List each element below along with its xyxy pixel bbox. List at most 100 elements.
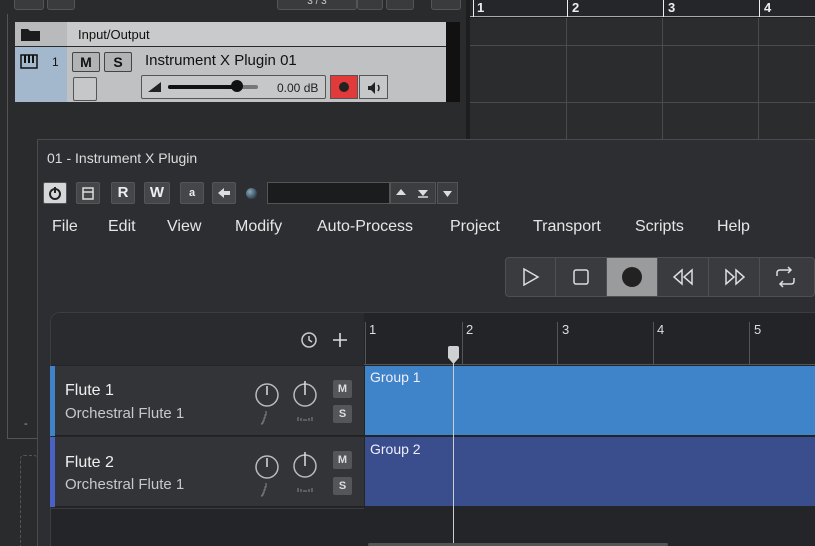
track-mute-button[interactable]: M [333,380,352,398]
volume-handle[interactable] [231,80,243,92]
pin-button[interactable] [386,0,414,10]
preset-dropdown-button[interactable] [437,182,458,204]
menu-modify[interactable]: Modify [235,218,282,236]
ruler-label: 2 [466,322,474,337]
play-button[interactable] [505,258,556,296]
ruler-tick [759,0,760,17]
rewind-button[interactable] [658,258,709,296]
write-automation-button[interactable]: W [144,182,170,204]
track-solo-button[interactable]: S [333,405,352,423]
read-automation-button[interactable]: R [111,182,135,204]
grid-line [470,102,815,103]
track-color-strip [50,366,55,436]
clip-label: Group 2 [370,441,421,457]
menu-project[interactable]: Project [450,218,500,236]
track-scroll-edge [446,22,460,102]
clip-group-1[interactable] [365,366,815,435]
add-track-button[interactable] [14,0,44,10]
preset-prev-next-buttons[interactable] [390,182,436,204]
menu-bar [38,210,815,245]
divider [7,438,37,439]
record-icon [622,267,642,287]
ruler-tick [473,0,474,17]
menu-view[interactable]: View [167,218,201,236]
project-event-grid[interactable] [470,18,815,140]
monitor-button[interactable] [359,75,388,99]
solo-button[interactable]: S [104,52,132,72]
menu-transport[interactable]: Transport [533,218,601,236]
track-name: Flute 2 [65,454,114,471]
menu-auto-process[interactable]: Auto-Process [317,218,413,236]
grid-line [758,18,759,140]
ruler-tick [567,0,568,17]
compare-button[interactable]: a [180,182,204,204]
ruler-tick [749,322,750,365]
loop-button[interactable] [760,258,811,296]
volume-knob-icon[interactable] [254,381,282,427]
fast-forward-icon [725,268,746,286]
ruler-label: 3 [668,0,676,15]
divider [51,508,364,509]
volume-value: 0.00 dB [277,81,319,95]
playhead-line [453,347,454,546]
pan-knob-icon[interactable] [291,449,321,497]
track-color-strip [50,437,55,507]
folder-track-header [15,22,67,46]
history-clock-icon[interactable] [299,330,319,350]
io-folder-label: Input/Output [78,27,150,42]
ruler-label: 1 [369,322,377,337]
add-track-icon[interactable] [330,330,350,350]
editor-ruler[interactable] [364,313,815,365]
power-button[interactable] [43,182,67,204]
volume-ramp-icon [148,82,161,92]
keyboard-icon [20,54,38,69]
record-enable-icon [339,82,349,92]
clip-group-2[interactable] [365,437,815,506]
ruler-label: 4 [764,0,772,15]
ruler-tick [462,322,463,365]
track-options-button[interactable] [47,0,75,10]
fast-forward-button[interactable] [709,258,760,296]
rewind-icon [672,268,693,286]
view-button[interactable] [357,0,383,10]
mute-button[interactable]: M [72,52,100,72]
splitter[interactable] [466,0,470,140]
stop-button[interactable] [556,258,607,296]
bypass-icon [82,187,94,200]
track-name: Instrument X Plugin 01 [145,52,297,69]
chevron-down-icon [443,191,452,197]
menu-file[interactable]: File [52,218,78,236]
window-title: 01 - Instrument X Plugin [47,150,198,166]
menu-edit[interactable]: Edit [108,218,136,236]
bypass-button[interactable] [76,182,100,204]
menu-scripts[interactable]: Scripts [635,218,684,236]
menu-help[interactable]: Help [717,218,750,236]
track-counter: 3 / 3 [277,0,357,10]
ruler-tick [663,0,664,17]
ruler-label: 3 [562,322,570,337]
volume-fill [168,85,236,89]
drop-zone [20,455,38,546]
loop-icon [776,266,795,288]
track-instrument: Orchestral Flute 1 [65,476,185,493]
track-instrument: Orchestral Flute 1 [65,405,185,422]
ruler-label: 4 [657,322,665,337]
back-arrow-button[interactable] [212,182,236,204]
preset-arrows-icon [396,189,428,198]
grid-line [566,18,567,140]
pan-knob-icon[interactable] [291,378,321,426]
record-button[interactable] [607,258,658,296]
volume-knob-icon[interactable] [254,453,282,499]
divider [7,14,8,439]
power-icon [49,187,61,200]
track-name: Flute 1 [65,382,114,399]
grid-line [662,18,663,140]
ruler-label: 2 [572,0,580,15]
track-solo-button[interactable]: S [333,477,352,495]
track-mute-button[interactable]: M [333,451,352,469]
search-button[interactable] [431,0,461,10]
ruler-label: 5 [754,322,762,337]
preset-field[interactable] [267,182,390,204]
track-color-button[interactable] [73,77,97,101]
ruler-tick [557,322,558,365]
